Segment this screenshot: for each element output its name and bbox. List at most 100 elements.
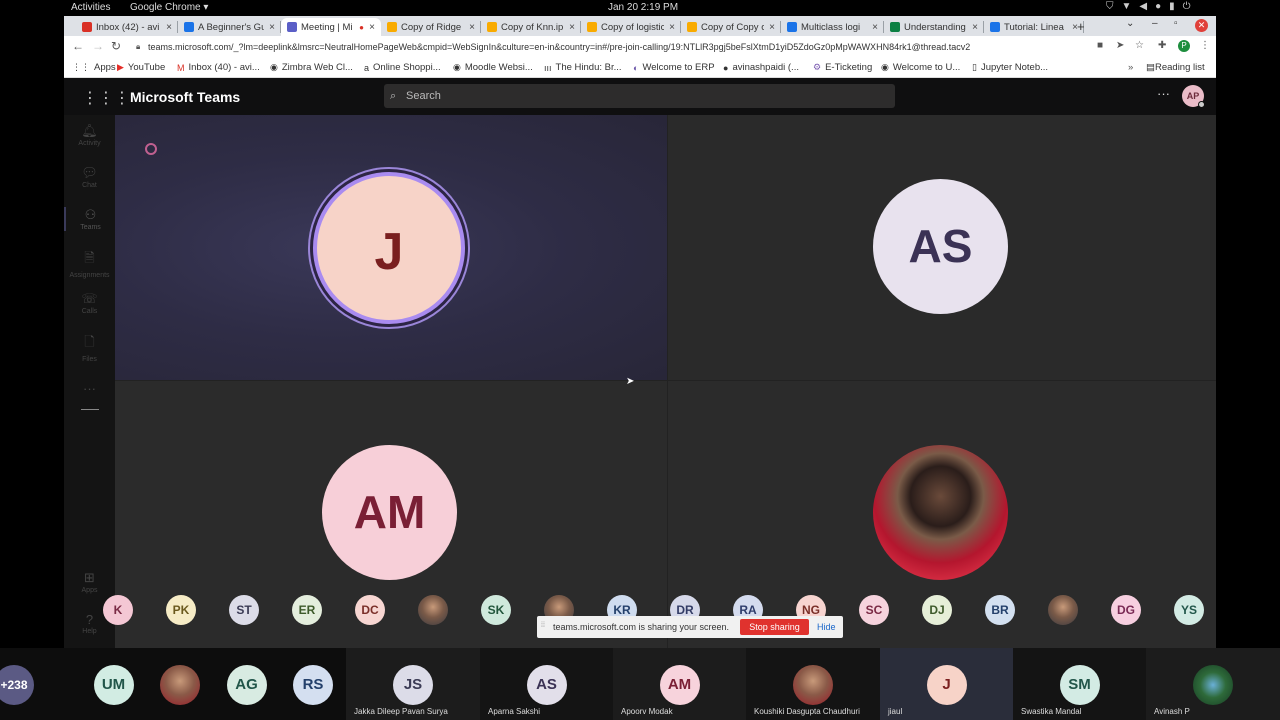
tab-close-icon[interactable]: × [567,22,577,33]
rail-item-calls[interactable]: ☏ Calls [64,291,115,315]
activities-button[interactable]: Activities [71,2,110,13]
video-tile[interactable]: J [115,115,667,380]
browser-tab[interactable]: Copy of Copy o × [681,18,781,36]
browser-tab[interactable]: Tutorial: Linea × [984,18,1084,36]
hide-button[interactable]: Hide [817,622,836,632]
participant-avatar[interactable]: K [103,595,133,625]
forward-icon[interactable]: → [92,39,104,53]
menu-kebab-icon[interactable]: ⋮ [1200,40,1210,51]
send-icon[interactable]: ➤ [1116,40,1124,51]
youtube-icon: ▶ [117,62,124,72]
bookmark-item[interactable]: ◐ Welcome to ERP [633,62,715,73]
participant-avatar[interactable]: DJ [922,595,952,625]
browser-tab[interactable]: A Beginner's Gui × [178,18,281,36]
participant-avatar[interactable]: BR [985,595,1015,625]
bookmark-item[interactable]: ▶ YouTube [117,62,165,73]
rail-item-apps[interactable]: ⊞ Apps [64,570,115,594]
bookmark-item[interactable]: ▯ Jupyter Noteb... [972,62,1048,73]
bookmark-item[interactable]: ◉ Welcome to U... [881,62,960,73]
bookmark-item[interactable]: a Online Shoppi... [364,62,441,73]
minimize-icon[interactable]: – [1152,18,1158,29]
video-tile[interactable]: AS [668,115,1216,380]
back-icon[interactable]: ← [72,39,84,53]
rail-item-teams[interactable]: ⚇ Teams [64,207,115,231]
browser-tab[interactable]: Copy of Ridge × [381,18,481,36]
stop-sharing-button[interactable]: Stop sharing [740,619,809,635]
dock-participant[interactable]: +238 [0,648,80,720]
bookmark-label: Welcome to U... [892,62,961,73]
rail-item-files[interactable]: 🗋︎ Files [64,333,115,363]
browser-tab[interactable]: Copy of logistic × [581,18,681,36]
participant-avatar[interactable]: DG [1111,595,1141,625]
tab-close-icon[interactable]: × [164,22,174,33]
window-close-button[interactable]: ✕ [1195,19,1208,32]
dock-participant[interactable]: AM Apoorv Modak [613,648,746,720]
participant-avatar[interactable]: ST [229,595,259,625]
system-tray[interactable]: ⛉ ▼ ◀ ● ▮ ⏻ [1106,1,1191,12]
profile-avatar[interactable]: P [1178,40,1190,52]
participant-photo[interactable] [1048,595,1078,625]
dock-participant[interactable]: JS Jakka Dileep Pavan Surya [346,648,480,720]
bookmark-item[interactable]: ııı The Hindu: Br... [544,62,622,73]
more-options-icon[interactable]: ··· [1157,86,1170,101]
tab-close-icon[interactable]: × [367,22,377,33]
tab-strip: Inbox (42) - avi × A Beginner's Gui × Meetin… [64,16,1216,36]
bookmark-item[interactable]: ◉ Zimbra Web Cl... [270,62,353,73]
participant-avatar[interactable]: DC [355,595,385,625]
tab-search-icon[interactable]: ⌄ [1126,18,1134,29]
drag-handle-icon[interactable]: ⁞⁞ [541,622,545,629]
tab-close-icon[interactable]: × [467,22,477,33]
clock[interactable]: Jan 20 2:19 PM [608,2,678,13]
tab-close-icon[interactable]: × [667,22,677,33]
browser-window: Inbox (42) - avi × A Beginner's Gui × Meetin… [64,16,1216,648]
camera-icon[interactable]: ■ [1097,40,1103,51]
dock-participant[interactable]: RS [280,648,346,720]
browser-tab[interactable]: Multiclass logi × [781,18,884,36]
reading-list-button[interactable]: ▤ Reading list [1146,62,1205,73]
bookmark-item[interactable]: ⚙ E-Ticketing [813,62,872,73]
browser-tab[interactable]: Understanding × [884,18,984,36]
rail-item-assignments[interactable]: 🗎︎ Assignments [64,249,115,279]
restore-icon[interactable]: ▫ [1174,18,1178,29]
bookmark-item[interactable]: ◉ Moodle Websi... [453,62,533,73]
participant-avatar[interactable]: ER [292,595,322,625]
tab-close-icon[interactable]: × [970,22,980,33]
participant-avatar: RS [293,665,333,705]
dock-participant[interactable]: AG [213,648,280,720]
rail-item-chat[interactable]: 💬︎ Chat [64,165,115,189]
bookmark-item[interactable]: ● avinashpaidi (... [723,62,799,73]
dock-participant[interactable]: SM Swastika Mandal [1013,648,1146,720]
bookmark-item[interactable]: ⋮⋮ Apps [72,62,116,73]
participant-avatar[interactable]: YS [1174,595,1204,625]
new-tab-button[interactable]: + [1077,19,1085,34]
participant-avatar[interactable]: SC [859,595,889,625]
more-bookmarks-icon[interactable]: » [1128,62,1133,73]
bookmark-item[interactable]: M Inbox (40) - avi... [177,62,260,73]
dock-participant[interactable]: UM [80,648,147,720]
browser-tab[interactable]: Meeting | Mi ● × [281,18,381,36]
participant-photo[interactable] [418,595,448,625]
more-apps-button[interactable]: ··· [64,381,115,397]
app-launcher-icon[interactable]: ⋮⋮⋮ [82,88,130,108]
tab-close-icon[interactable]: × [267,22,277,33]
dock-participant[interactable]: Jjiaul [880,648,1013,720]
browser-tab[interactable]: Copy of Knn.ip × [481,18,581,36]
extensions-icon[interactable]: ✚ [1158,40,1166,51]
participant-avatar[interactable]: PK [166,595,196,625]
tab-close-icon[interactable]: × [767,22,777,33]
user-avatar[interactable]: AP [1182,85,1205,108]
dock-participant[interactable]: Avinash P [1146,648,1280,720]
user-initials: AP [1186,91,1200,101]
dock-participant[interactable]: Koushiki Dasgupta Chaudhuri [746,648,880,720]
dock-participant[interactable]: AS Aparna Sakshi [480,648,613,720]
reload-icon[interactable]: ↻ [111,39,121,53]
rail-item-activity[interactable]: 🔔︎ Activity [64,123,115,147]
address-bar[interactable]: 🔒︎ teams.microsoft.com/_?lm=deeplink&lms… [134,38,1104,56]
dock-participant[interactable] [147,648,213,720]
search-input[interactable]: ⌕ Search [384,84,895,108]
browser-tab[interactable]: Inbox (42) - avi × [76,18,178,36]
tab-close-icon[interactable]: × [870,22,880,33]
app-menu[interactable]: Google Chrome ▾ [130,2,208,13]
participant-avatar[interactable]: SK [481,595,511,625]
bookmark-star-icon[interactable]: ☆ [1135,40,1144,51]
